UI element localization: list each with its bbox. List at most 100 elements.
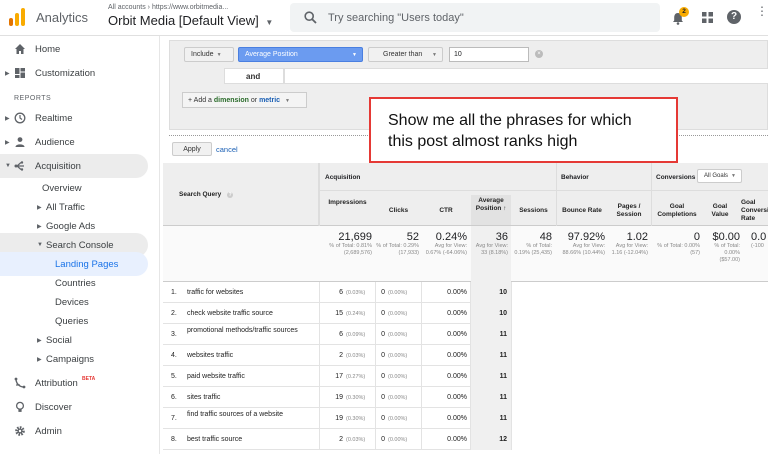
collapse-arrow-icon: ▼ (37, 242, 43, 248)
search-box[interactable]: Try searching "Users today" (290, 3, 660, 32)
query-link[interactable]: find traffic sources of a website (187, 411, 313, 419)
impressions-pct: (0.30%) (346, 416, 366, 422)
col-header-average-position[interactable]: Average Position ↑ (471, 195, 511, 225)
column-separator (421, 366, 422, 387)
query-link[interactable]: traffic for websites (187, 289, 313, 297)
query-link[interactable]: paid website traffic (187, 373, 313, 381)
help-icon[interactable]: ? (727, 10, 741, 24)
query-link[interactable]: websites traffic (187, 352, 313, 360)
apply-button[interactable]: Apply (172, 142, 212, 156)
sidebar-item-campaigns[interactable]: ▶ Campaigns (0, 347, 160, 371)
col-header-sessions[interactable]: Sessions (512, 207, 555, 214)
table-body: 1. traffic for websites 6 (0.03%) 0 (0.00%) 0.… (163, 282, 768, 454)
col-header-goal-completions[interactable]: Goal Completions (652, 203, 702, 219)
add-metric-link[interactable]: metric (259, 97, 280, 104)
sidebar-item-audience[interactable]: ▶ Audience (0, 130, 160, 154)
impressions-value: 15 (335, 310, 343, 317)
table-row[interactable]: 5. paid website traffic 17 (0.27%) 0 (0.00%) 0… (163, 366, 512, 387)
column-separator (375, 345, 376, 366)
table-row[interactable]: 2. check website traffic source 15 (0.24%) 0… (163, 303, 512, 324)
position-value: 10 (471, 303, 511, 324)
more-options-icon[interactable]: ⋮ (756, 5, 768, 17)
sidebar-item-realtime[interactable]: ▶ Realtime (0, 106, 160, 130)
view-selector[interactable]: Orbit Media [Default View] ▼ (108, 13, 273, 28)
sidebar-item-label: Search Console (46, 239, 114, 251)
column-separator (319, 408, 320, 429)
table-row[interactable]: 4. websites traffic 2 (0.03%) 0 (0.00%) 0.00% 1… (163, 345, 512, 366)
col-header-goal-conversion-rate[interactable]: Goal Conversion Rate (741, 199, 768, 223)
add-dimension-or-metric[interactable]: + Add a dimension or metric ▼ (182, 92, 307, 108)
impressions-value: 2 (339, 352, 343, 359)
column-separator (511, 429, 512, 450)
apps-grid-icon[interactable] (702, 12, 713, 23)
apply-label: Apply (183, 145, 201, 153)
dimension-dropdown[interactable]: Average Position ▼ (238, 47, 363, 62)
clicks-value: 0 (381, 310, 385, 317)
table-row[interactable]: 6. sites traffic 19 (0.30%) 0 (0.00%) 0.00% 11 (163, 387, 512, 408)
totals-pages: 1.02 Avg for View: 1.16 (-12.04%) (608, 231, 648, 257)
caret-down-icon: ▼ (731, 173, 736, 179)
clicks-value: 0 (381, 331, 385, 338)
goals-select[interactable]: All Goals ▼ (697, 169, 742, 183)
add-dimension-link[interactable]: dimension (214, 97, 249, 104)
row-number: 7. (171, 415, 177, 422)
col-header-goal-value[interactable]: Goal Value (704, 203, 736, 219)
dashboard-icon (15, 68, 25, 78)
query-link[interactable]: sites traffic (187, 394, 313, 402)
col-header-bounce-rate[interactable]: Bounce Rate (557, 207, 607, 214)
impressions-pct: (0.09%) (346, 332, 366, 338)
sidebar-item-acquisition[interactable]: ▼ Acquisition (0, 154, 148, 178)
impressions-value: 2 (339, 436, 343, 443)
col-header-search-query[interactable]: Search Query ? (179, 191, 234, 198)
cancel-link[interactable]: cancel (216, 145, 238, 154)
col-header-clicks[interactable]: Clicks (376, 207, 421, 214)
analytics-logo[interactable] (9, 8, 25, 26)
totals-bounce: 97.92% Avg for View: 88.66% (10.44%) (557, 231, 606, 257)
filter-value-input[interactable]: 10 (449, 47, 529, 62)
sidebar-item-label: Customization (35, 67, 96, 79)
totals-ctr: 0.24% Avg for View: 0.67% (-64.06%) (422, 231, 467, 257)
include-dropdown[interactable]: Include ▼ (184, 47, 234, 62)
sidebar-item-label: Social (46, 334, 72, 346)
notifications-button[interactable]: 2 (672, 7, 689, 26)
column-separator (375, 324, 376, 345)
view-name: Orbit Media [Default View] (108, 13, 259, 28)
query-link[interactable]: promotional methods/traffic sources (187, 327, 313, 335)
table-row[interactable]: 3. promotional methods/traffic sources 6 (0… (163, 324, 512, 345)
col-header-ctr[interactable]: CTR (422, 207, 470, 214)
expand-arrow-icon: ▶ (37, 337, 42, 344)
total-subtext: % of Total: 0.00% ($57.00) (714, 243, 740, 263)
sidebar-item-discover[interactable]: Discover (0, 395, 160, 419)
sidebar-item-label: Overview (42, 182, 82, 194)
caret-down-icon: ▼ (432, 51, 437, 58)
group-separator (556, 163, 557, 226)
query-link[interactable]: check website traffic source (187, 310, 313, 318)
sidebar-item-admin[interactable]: Admin (0, 419, 160, 443)
operator-dropdown[interactable]: Greater than ▼ (368, 47, 443, 62)
beta-badge: BETA (82, 376, 96, 382)
column-separator (319, 387, 320, 408)
totals-goal-value: $0.00 % of Total: 0.00% ($57.00) (704, 231, 740, 264)
totals-impressions: 21,699 % of Total: 0.81% (2,689,576) (320, 231, 372, 257)
table-row[interactable]: 1. traffic for websites 6 (0.03%) 0 (0.00%) 0.… (163, 282, 512, 303)
col-header-pages-session[interactable]: Pages / Session (608, 203, 650, 219)
sidebar-item-home[interactable]: Home (0, 37, 160, 61)
totals-goal-completions: 0 % of Total: 0.00% (57) (652, 231, 700, 257)
account-path[interactable]: All accounts › https://www.orbitmedia... (108, 4, 228, 11)
col-label: Goal Conversion Rate (741, 199, 768, 222)
query-link[interactable]: best traffic source (187, 436, 313, 444)
table-row[interactable]: 8. best traffic source 2 (0.03%) 0 (0.00%) 0.0… (163, 429, 512, 450)
column-separator (375, 303, 376, 324)
search-placeholder: Try searching "Users today" (328, 12, 464, 24)
col-header-impressions[interactable]: Impressions (320, 199, 375, 206)
totals-sessions: 48 % of Total: 0.19% (25,435) (512, 231, 552, 257)
table-row[interactable]: 7. find traffic sources of a website 19 (0.… (163, 408, 512, 429)
total-value: 0.0 (751, 231, 767, 243)
sidebar-item-label: Home (35, 43, 61, 55)
col-label: Search Query (179, 191, 222, 198)
remove-condition-icon[interactable]: × (535, 50, 543, 58)
sidebar-item-attribution[interactable]: Attribution BETA (0, 371, 160, 395)
clicks-pct: (0.00%) (388, 437, 408, 443)
sidebar-item-customization[interactable]: ▶ Customization (0, 61, 160, 85)
totals-position: 36 Avg for View: 33 (8.18%) (471, 226, 511, 282)
